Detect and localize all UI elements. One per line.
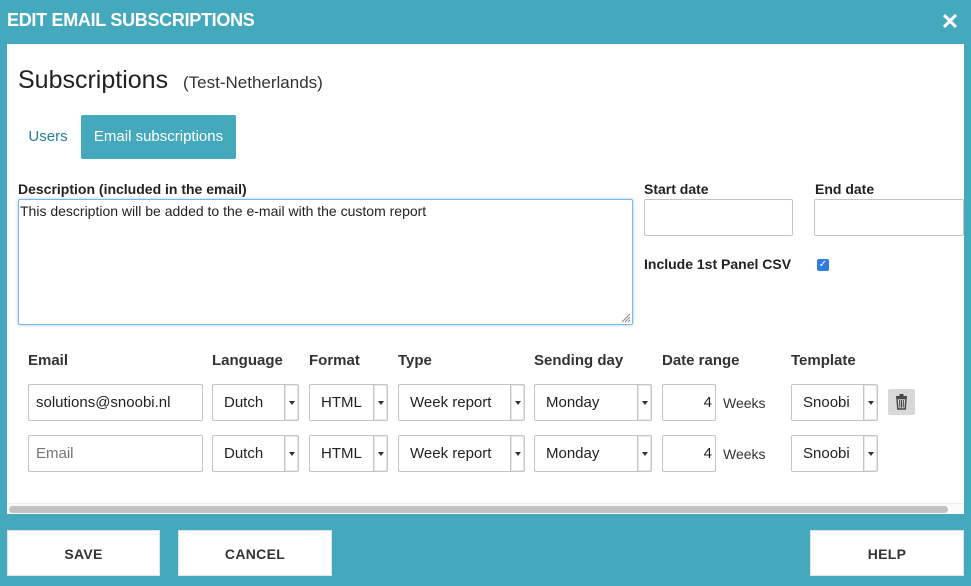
page-title: Subscriptions: [18, 66, 169, 94]
chevron-down-icon[interactable]: [373, 436, 387, 471]
end-date-input[interactable]: [814, 199, 964, 236]
sending-day-value: Monday: [546, 445, 600, 462]
col-header-date-range: Date range: [662, 352, 740, 369]
cancel-button[interactable]: CANCEL: [178, 530, 332, 576]
chevron-down-icon[interactable]: [284, 385, 298, 420]
date-range-unit: Weeks: [723, 446, 766, 462]
dialog-title: EDIT EMAIL SUBSCRIPTIONS: [7, 10, 255, 30]
chevron-down-icon[interactable]: [637, 436, 651, 471]
scrollbar-thumb[interactable]: [9, 506, 948, 513]
chevron-down-icon[interactable]: [284, 436, 298, 471]
template-value: Snoobi: [803, 394, 850, 411]
trash-icon: [896, 394, 907, 410]
description-label: Description (included in the email): [18, 181, 247, 197]
template-select[interactable]: Snoobi: [791, 384, 878, 421]
format-select[interactable]: HTML: [309, 435, 388, 472]
type-select[interactable]: Week report: [398, 435, 525, 472]
chevron-down-icon[interactable]: [510, 385, 524, 420]
language-select[interactable]: Dutch: [212, 435, 299, 472]
type-select[interactable]: Week report: [398, 384, 525, 421]
col-header-email: Email: [28, 352, 69, 369]
sending-day-value: Monday: [546, 394, 600, 411]
col-header-format: Format: [309, 352, 360, 369]
date-range-input[interactable]: 4: [662, 384, 716, 421]
end-date-label: End date: [815, 181, 875, 197]
format-select[interactable]: HTML: [309, 384, 388, 421]
chevron-down-icon[interactable]: [863, 436, 877, 471]
email-field[interactable]: [28, 384, 203, 421]
dialog-body: Subscriptions (Test-Netherlands) Users E…: [7, 44, 964, 514]
col-header-template: Template: [791, 352, 856, 369]
date-range-input[interactable]: 4: [662, 435, 716, 472]
csv-label: Include 1st Panel CSV: [644, 256, 792, 272]
date-range-unit: Weeks: [723, 395, 766, 411]
sending-day-select[interactable]: Monday: [534, 435, 652, 472]
email-field[interactable]: [28, 435, 203, 472]
language-select[interactable]: Dutch: [212, 384, 299, 421]
sending-day-select[interactable]: Monday: [534, 384, 652, 421]
chevron-down-icon[interactable]: [373, 385, 387, 420]
type-value: Week report: [410, 394, 492, 411]
start-date-input[interactable]: [644, 199, 793, 236]
resize-grip-icon[interactable]: [620, 312, 631, 323]
close-icon[interactable]: ✕: [939, 11, 961, 33]
col-header-sending-day: Sending day: [534, 352, 624, 369]
template-select[interactable]: Snoobi: [791, 435, 878, 472]
template-value: Snoobi: [803, 445, 850, 462]
format-value: HTML: [321, 445, 362, 462]
start-date-label: Start date: [644, 181, 709, 197]
col-header-type: Type: [398, 352, 432, 369]
tab-users[interactable]: Users: [21, 115, 75, 159]
save-button[interactable]: SAVE: [7, 530, 160, 576]
language-value: Dutch: [224, 445, 264, 462]
chevron-down-icon[interactable]: [637, 385, 651, 420]
include-csv-checkbox[interactable]: ✓: [817, 259, 829, 271]
chevron-down-icon[interactable]: [863, 385, 877, 420]
dialog-titlebar: EDIT EMAIL SUBSCRIPTIONS ✕: [0, 0, 971, 44]
delete-row-button[interactable]: [888, 389, 915, 415]
chevron-down-icon[interactable]: [510, 436, 524, 471]
language-value: Dutch: [224, 394, 264, 411]
help-button[interactable]: HELP: [810, 530, 964, 576]
tab-email-subscriptions[interactable]: Email subscriptions: [81, 115, 236, 159]
format-value: HTML: [321, 394, 362, 411]
description-textarea[interactable]: [18, 199, 633, 325]
col-header-language: Language: [212, 352, 283, 369]
page-subtitle: (Test-Netherlands): [183, 73, 323, 92]
type-value: Week report: [410, 445, 492, 462]
horizontal-scrollbar[interactable]: [7, 503, 964, 514]
